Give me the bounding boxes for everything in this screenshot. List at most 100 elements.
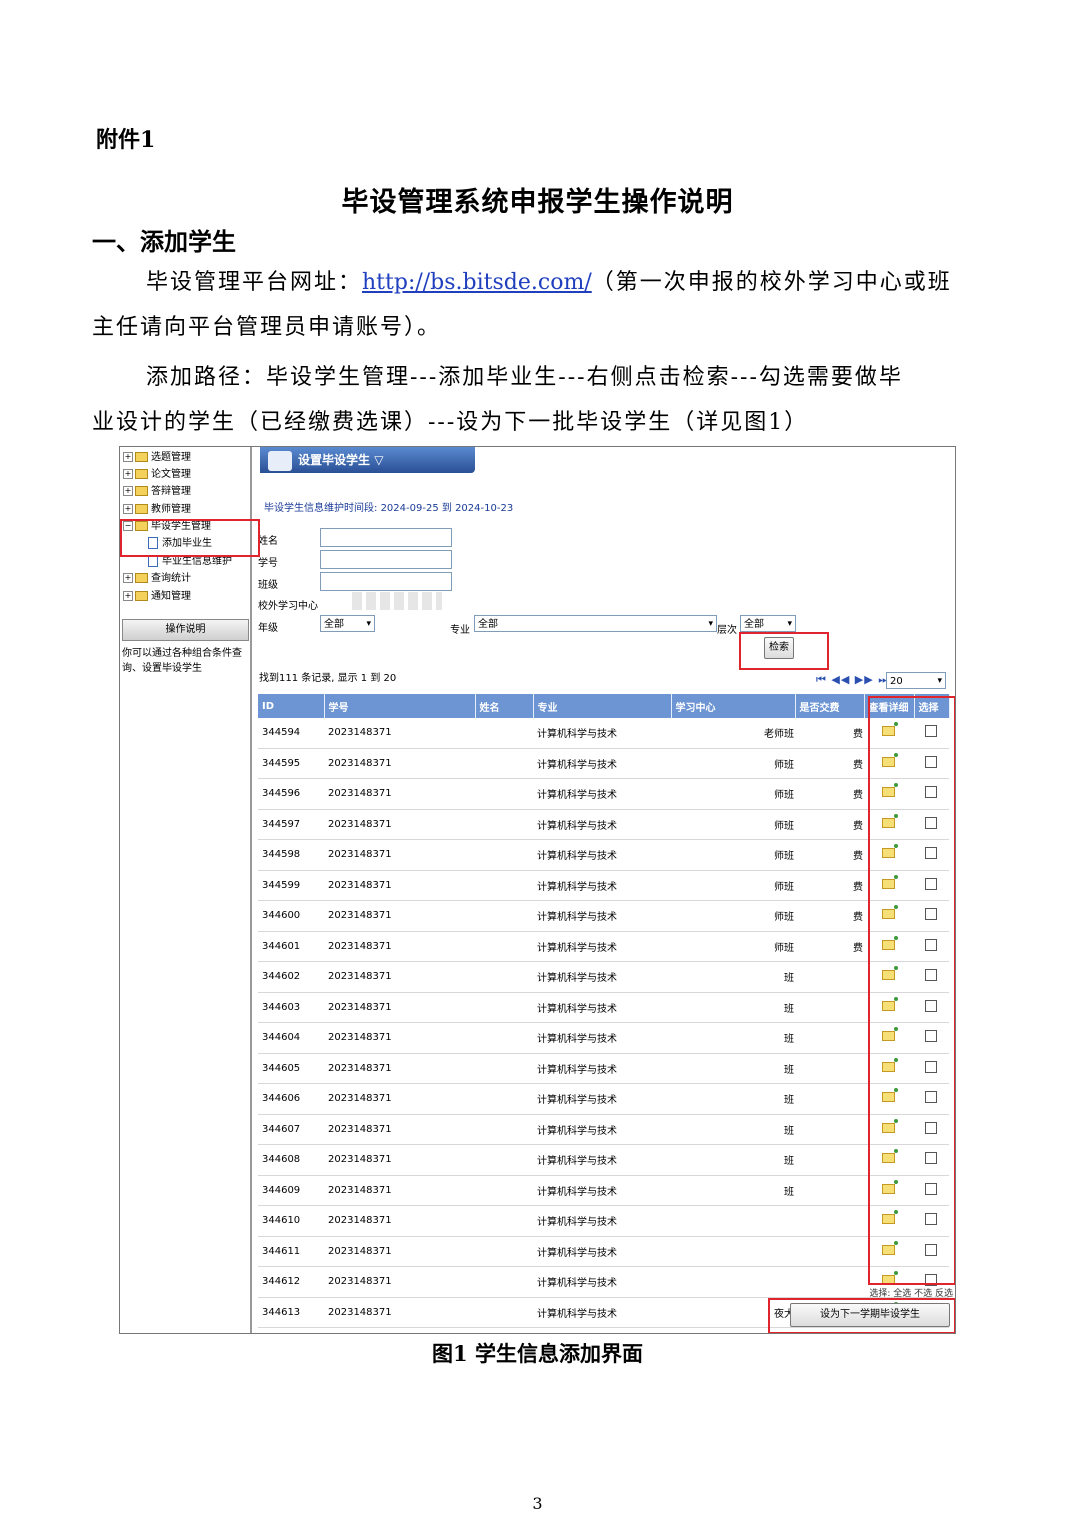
paragraph-1-note: （第一次申报的校外学习中心或班 — [591, 270, 952, 295]
cell-name — [475, 778, 533, 810]
student-id-label: 学号 — [258, 558, 278, 569]
sidebar-item-label: 教师管理 — [151, 504, 191, 515]
cell-center: 师班 — [671, 900, 795, 932]
cell-name — [475, 1114, 533, 1145]
cell-center — [671, 1205, 795, 1237]
cell-major: 计算机科学与技术 — [533, 1175, 671, 1206]
cell-id: 344602 — [258, 961, 324, 993]
sidebar-item-label: 通知管理 — [151, 591, 191, 602]
cell-major: 计算机科学与技术 — [533, 1022, 671, 1054]
column-header: 专业 — [533, 694, 672, 718]
cell-major: 计算机科学与技术 — [533, 1205, 671, 1237]
table-row: 344605 2023148371 计算机科学与技术班 — [258, 1053, 949, 1084]
level-select-value: 全部 — [744, 619, 764, 630]
cell-id: 344603 — [258, 992, 324, 1023]
expand-icon[interactable]: + — [123, 486, 133, 496]
cell-sno: 2023148371 — [324, 718, 475, 749]
cell-center: 班 — [671, 1022, 795, 1054]
cell-id: 344610 — [258, 1205, 324, 1237]
table-row: 344603 2023148371 计算机科学与技术班 — [258, 992, 949, 1023]
cell-center: 师班 — [671, 870, 795, 901]
cell-sno: 2023148371 — [324, 900, 475, 932]
cell-name — [475, 748, 533, 779]
table-row: 344602 2023148371 计算机科学与技术班 — [258, 961, 949, 993]
table-row: 344610 2023148371 计算机科学与技术 — [258, 1205, 949, 1237]
cell-sno: 2023148371 — [324, 1144, 475, 1176]
name-input[interactable] — [320, 528, 452, 547]
period-start: 2024-09-25 — [380, 503, 439, 514]
page-title-tab[interactable]: 设置毕设学生 ▽ — [260, 447, 475, 473]
chevron-down-icon: ▾ — [708, 619, 713, 629]
cell-name — [475, 1144, 533, 1176]
expand-icon[interactable]: + — [123, 573, 133, 583]
cell-paid: 费 — [795, 718, 864, 749]
column-header: ID — [258, 694, 325, 718]
grade-select[interactable]: 全部 ▾ — [320, 615, 375, 632]
page-title: 设置毕设学生 — [298, 453, 371, 467]
cell-paid — [795, 1114, 864, 1145]
cell-center: 老师班 — [671, 718, 795, 749]
cell-major: 计算机科学与技术 — [533, 992, 671, 1023]
cell-name — [475, 718, 533, 749]
table-row: 344601 2023148371 计算机科学与技术 师班费 — [258, 931, 949, 962]
cell-name — [475, 961, 533, 993]
sidebar-item[interactable]: + 教师管理 — [123, 502, 191, 518]
table-row: 344600 2023148371 计算机科学与技术 师班费 — [258, 900, 949, 932]
cell-id: 344612 — [258, 1266, 324, 1298]
sidebar-item[interactable]: + 答辩管理 — [123, 484, 191, 500]
cell-name — [475, 1236, 533, 1267]
expand-icon[interactable]: + — [123, 504, 133, 514]
cell-id: 344594 — [258, 718, 324, 749]
pager-controls[interactable]: ⏮ ◀◀ ▶▶ ⏭ — [816, 673, 889, 687]
cell-id: 344596 — [258, 778, 324, 810]
expand-icon[interactable]: + — [123, 469, 133, 479]
table-header-row: ID 学号 姓名 专业 学习中心 是否交费 查看详细 选择 — [258, 694, 950, 718]
sidebar-item[interactable]: + 论文管理 — [123, 467, 191, 483]
cell-center: 班 — [671, 961, 795, 993]
center-select-redacted[interactable] — [352, 592, 442, 610]
cell-paid: 费 — [795, 900, 864, 932]
class-input[interactable] — [320, 572, 452, 591]
period-to: 到 — [441, 503, 452, 514]
platform-url-link[interactable]: http://bs.bitsde.com/ — [362, 270, 592, 295]
chevron-down-icon: ▾ — [937, 676, 942, 686]
cell-name — [475, 992, 533, 1023]
cell-center: 班 — [671, 1053, 795, 1084]
highlight-action-columns — [868, 696, 955, 1285]
sidebar-item[interactable]: + 选题管理 — [123, 450, 191, 466]
page-size-value: 20 — [890, 676, 903, 687]
student-id-input[interactable] — [320, 550, 452, 569]
paragraph-2-line-1: 添加路径：毕设学生管理---添加毕业生---右侧点击检索---勾选需要做毕 — [146, 365, 903, 390]
table-row: 344608 2023148371 计算机科学与技术班 — [258, 1144, 949, 1176]
level-select[interactable]: 全部 ▾ — [740, 615, 796, 632]
page-size-select[interactable]: 20 ▾ — [886, 672, 946, 689]
cell-id: 344604 — [258, 1022, 324, 1054]
expand-icon[interactable]: + — [123, 591, 133, 601]
cell-major: 计算机科学与技术 — [533, 1236, 671, 1267]
help-panel-text: 你可以通过各种组合条件查询、设置毕设学生 — [122, 648, 242, 674]
cell-id: 344607 — [258, 1114, 324, 1145]
cell-major: 计算机科学与技术 — [533, 748, 671, 779]
table-body: 344594 2023148371 计算机科学与技术 老师班费 344595 202314… — [258, 718, 949, 1328]
table-row: 344607 2023148371 计算机科学与技术班 — [258, 1114, 949, 1145]
sidebar-item[interactable]: + 查询统计 — [123, 571, 191, 587]
table-row: 344595 2023148371 计算机科学与技术 师班费 — [258, 748, 949, 779]
sidebar-item[interactable]: + 通知管理 — [123, 589, 191, 605]
cell-paid — [795, 961, 864, 993]
platform-url-label: 毕设管理平台网址： — [146, 270, 363, 295]
table-row: 344597 2023148371 计算机科学与技术 师班费 — [258, 809, 949, 840]
cell-sno: 2023148371 — [324, 1236, 475, 1267]
expand-icon[interactable]: + — [123, 452, 133, 462]
cell-paid: 费 — [795, 778, 864, 810]
cell-id: 344599 — [258, 870, 324, 901]
cell-center: 师班 — [671, 931, 795, 962]
major-select[interactable]: 全部 ▾ — [474, 615, 717, 632]
cell-sno: 2023148371 — [324, 1266, 475, 1298]
folder-icon — [135, 469, 148, 479]
name-label: 姓名 — [258, 536, 278, 547]
cell-sno: 2023148371 — [324, 839, 475, 871]
cell-paid — [795, 1205, 864, 1237]
section-heading: 一、添加学生 — [92, 227, 236, 256]
level-label: 层次 — [717, 625, 737, 636]
table-row: 344606 2023148371 计算机科学与技术班 — [258, 1083, 949, 1115]
